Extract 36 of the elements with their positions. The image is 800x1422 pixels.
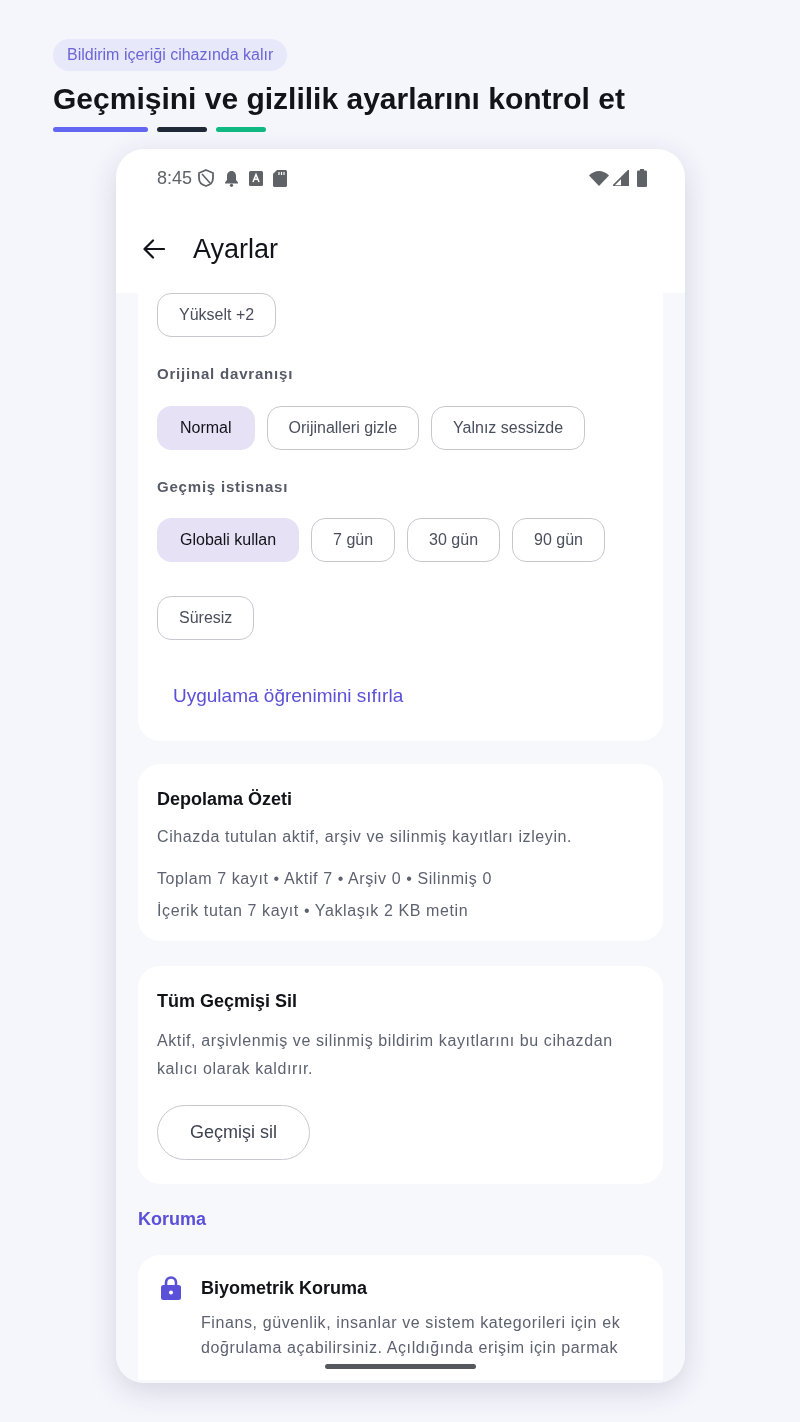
back-button[interactable] xyxy=(142,237,166,261)
page-title: Geçmişini ve gizlilik ayarlarını kontrol et xyxy=(53,81,626,117)
group-label: Orijinal davranışı xyxy=(157,364,295,384)
group-label: Geçmiş istisnası xyxy=(157,476,290,497)
info-badge: Bildirim içeriği cihazında kalır xyxy=(53,39,288,71)
reset-link[interactable]: Uygulama öğrenimini sıfırla xyxy=(173,682,404,711)
card-title: Tüm Geçmişi Sil xyxy=(157,989,299,1013)
delete-history-button[interactable]: Geçmişi sil xyxy=(157,1104,310,1160)
wifi-icon xyxy=(589,170,609,186)
section-label: Koruma xyxy=(138,1207,207,1231)
card-title: Depolama Özeti xyxy=(157,787,294,811)
option-chip[interactable]: Globali kullan xyxy=(157,518,300,562)
option-chip[interactable]: 90 gün xyxy=(512,518,605,562)
option-chip[interactable]: 7 gün xyxy=(311,518,396,562)
option-chip[interactable]: Normal xyxy=(157,405,255,450)
option-chip[interactable]: Yükselt +2 xyxy=(157,293,277,337)
back-arrow-icon xyxy=(143,239,165,259)
signal-icon xyxy=(613,170,629,186)
stats-line: Toplam 7 kayıt • Aktif 7 • Arşiv 0 • Silinmiş 0 xyxy=(157,868,493,889)
battery-icon xyxy=(637,169,647,187)
card-description: Finans, güvenlik, insanlar ve sistem kategorileri için ek doğrulama açabilirsiniz. Açıldığında erişim için parmak xyxy=(201,1312,622,1358)
shield-icon xyxy=(198,169,215,187)
card-description: Aktif, arşivlenmiş ve silinmiş bildirim kayıtlarını bu cihazdan kalıcı olarak kaldırır. xyxy=(157,1030,614,1079)
sd-card-icon xyxy=(273,169,288,187)
lock-icon xyxy=(161,1275,181,1300)
card-description: Cihazda tutulan aktif, arşiv ve silinmiş kayıtları izleyin. xyxy=(157,826,574,847)
app-bar-title: Ayarlar xyxy=(193,232,279,266)
option-chip[interactable]: Süresiz xyxy=(157,596,255,640)
option-chip[interactable]: Yalnız sessizde xyxy=(431,405,586,450)
bell-icon xyxy=(224,169,240,187)
text-box-icon xyxy=(249,170,264,186)
option-chip[interactable]: 30 gün xyxy=(407,518,501,562)
card-title: Biyometrik Koruma xyxy=(201,1276,369,1300)
status-time: 8:45 xyxy=(157,166,193,190)
stats-line: İçerik tutan 7 kayıt • Yaklaşık 2 KB metin xyxy=(157,900,470,921)
option-chip[interactable]: Orijinalleri gizle xyxy=(266,405,420,450)
